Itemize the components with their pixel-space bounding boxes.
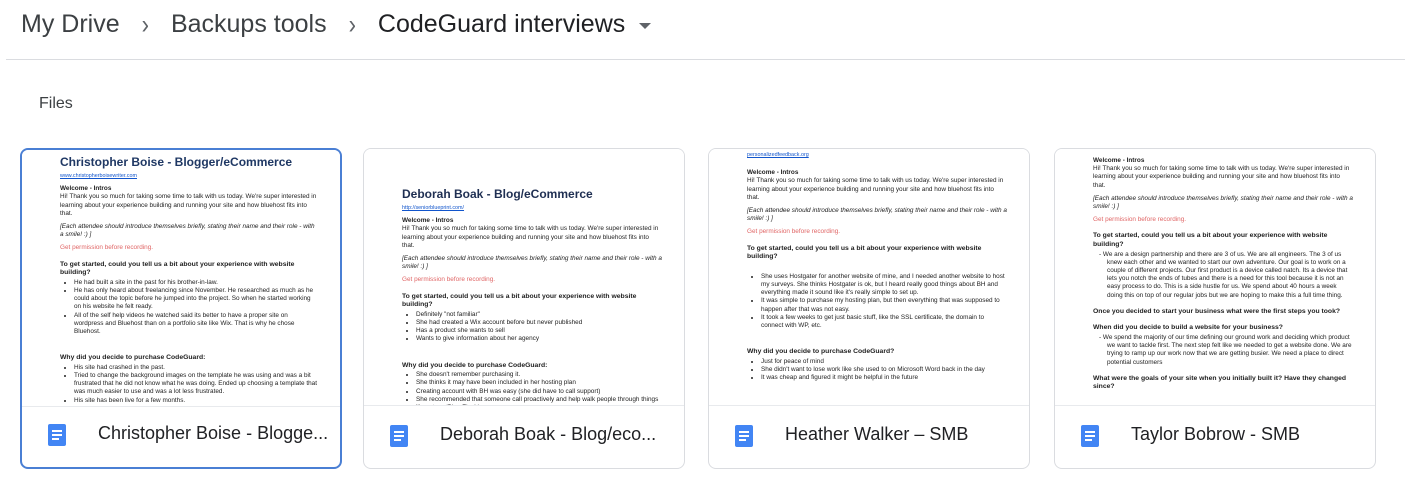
file-thumbnail: Deborah Boak - Blog/eCommerce http://sen… (364, 149, 684, 406)
doc-bullet: It was cheap and figured it might be hel… (761, 374, 1007, 382)
doc-bullet: Tried to change the background images on… (74, 372, 318, 397)
google-docs-icon (735, 425, 753, 447)
doc-question: When did you decide to build a website f… (1093, 324, 1283, 332)
file-card[interactable]: personalizedfeedback.org Welcome - Intro… (708, 148, 1030, 469)
doc-intro: Hi! Thank you so much for taking some ti… (747, 177, 1004, 201)
doc-question: Why did you decide to purchase CodeGuard… (747, 348, 895, 356)
doc-bullet: She uses Hostgater for another website o… (761, 273, 1007, 298)
doc-italic: [Each attendee should introduce themselv… (747, 207, 1007, 223)
file-card-footer: Heather Walker – SMB (709, 404, 1029, 468)
doc-link: www.christopherboisewriter.com (60, 173, 137, 179)
google-docs-icon (48, 424, 66, 446)
file-card-footer: Christopher Boise - Blogge... (22, 403, 340, 467)
doc-bullet: She had created a Wix account before but… (416, 319, 662, 327)
file-card[interactable]: Christopher Boise - Blogger/eCommerce ww… (20, 148, 342, 469)
doc-welcome: Welcome - Intros (1093, 157, 1145, 164)
file-thumbnail: personalizedfeedback.org Welcome - Intro… (709, 149, 1029, 406)
doc-intro: Hi! Thank you so much for taking some ti… (1093, 165, 1350, 189)
breadcrumb-my-drive[interactable]: My Drive (21, 10, 120, 39)
doc-question: To get started, could you tell us a bit … (747, 244, 982, 261)
doc-bullet: Has a product she wants to sell (416, 327, 662, 335)
doc-bullet: Just for peace of mind (761, 358, 1007, 366)
breadcrumb: My Drive › Backups tools › CodeGuard int… (21, 8, 652, 39)
doc-bullet: Wants to give information about her agen… (416, 335, 662, 343)
doc-intro: Hi! Thank you so much for taking some ti… (60, 193, 317, 217)
breadcrumb-current-folder[interactable]: CodeGuard interviews (378, 10, 625, 39)
file-card-footer: Taylor Bobrow - SMB (1055, 404, 1375, 468)
files-section-label: Files (39, 95, 73, 112)
doc-italic: [Each attendee should introduce themselv… (1093, 194, 1353, 211)
file-card-footer: Deborah Boak - Blog/eco... (364, 404, 684, 468)
file-title: Christopher Boise - Blogge... (98, 423, 329, 443)
doc-heading: Christopher Boise - Blogger/eCommerce (60, 155, 293, 169)
doc-intro: Hi! Thank you so much for taking some ti… (402, 225, 659, 249)
file-title: Deborah Boak - Blog/eco... (440, 424, 657, 444)
doc-heading: Deborah Boak - Blog/eCommerce (402, 187, 593, 201)
doc-welcome: Welcome - Intros (60, 185, 112, 193)
doc-question: To get started, could you tell us a bit … (60, 260, 295, 277)
doc-red-note: Get permission before recording. (747, 228, 841, 236)
dropdown-caret-icon[interactable] (639, 22, 652, 29)
doc-bullet: She doesn't remember purchasing it. (416, 371, 662, 379)
breadcrumb-backups-tools[interactable]: Backups tools (171, 10, 327, 39)
doc-red-note: Get permission before recording. (402, 276, 496, 284)
doc-bullet: It took a few weeks to get just basic st… (761, 314, 1007, 330)
chevron-right-icon: › (348, 8, 356, 39)
doc-link: personalizedfeedback.org (747, 152, 809, 158)
doc-question: To get started, could you tell us a bit … (1093, 232, 1328, 249)
file-card[interactable]: Deborah Boak - Blog/eCommerce http://sen… (363, 148, 685, 469)
doc-italic: [Each attendee should introduce themselv… (402, 255, 662, 271)
doc-bullet: She thinks it may have been included in … (416, 379, 662, 387)
file-title: Heather Walker – SMB (785, 424, 969, 444)
file-thumbnail: Welcome - Intros Hi! Thank you so much f… (1055, 149, 1375, 406)
doc-welcome: Welcome - Intros (747, 169, 799, 177)
google-docs-icon (1081, 425, 1099, 447)
doc-italic: [Each attendee should introduce themselv… (60, 223, 315, 239)
file-title: Taylor Bobrow - SMB (1131, 424, 1301, 444)
doc-red-note: Get permission before recording. (1093, 216, 1187, 224)
doc-bullet: His site had crashed in the past. (74, 364, 318, 372)
doc-question: Why did you decide to purchase CodeGuard… (402, 361, 548, 369)
doc-bullet: We are a design partnership and there ar… (1103, 251, 1353, 300)
doc-bullet: She didn't want to lose work like she us… (761, 366, 1007, 374)
doc-bullet: Definitely "not familiar" (416, 311, 662, 319)
doc-link: http://seniorblueprint.com/ (402, 205, 465, 211)
doc-welcome: Welcome - Intros (402, 217, 454, 225)
chevron-right-icon: › (141, 8, 149, 39)
doc-bullet: We spend the majority of our time defini… (1103, 334, 1353, 367)
doc-bullet: Creating account with BH was easy (she d… (416, 388, 662, 396)
doc-bullet: He has only heard about freelancing sinc… (74, 287, 318, 312)
doc-question: What were the goals of your site when yo… (1093, 374, 1347, 391)
doc-bullet: All of the self help videos he watched s… (74, 312, 318, 337)
file-thumbnail: Christopher Boise - Blogger/eCommerce ww… (22, 150, 340, 407)
doc-bullet: He had built a site in the past for his … (74, 279, 318, 287)
header-divider (6, 59, 1405, 60)
doc-question: Once you decided to start your business … (1093, 307, 1341, 315)
doc-question: Why did you decide to purchase CodeGuard… (60, 354, 206, 362)
file-card[interactable]: Welcome - Intros Hi! Thank you so much f… (1054, 148, 1376, 469)
doc-bullet: It was simple to purchase my hosting pla… (761, 297, 1007, 313)
doc-red-note: Get permission before recording. (60, 244, 154, 252)
google-docs-icon (390, 425, 408, 447)
doc-question: To get started, could you tell us a bit … (402, 292, 637, 309)
